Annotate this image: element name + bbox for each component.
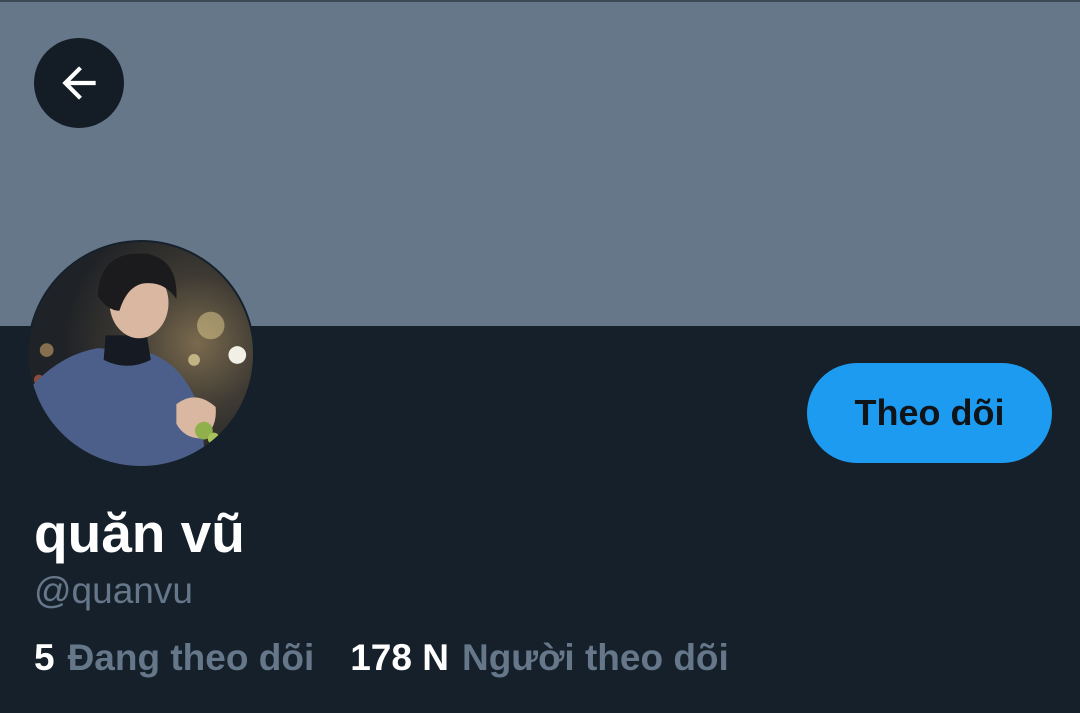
display-name: quăn vũ — [34, 502, 245, 564]
following-stat[interactable]: 5 Đang theo dõi — [34, 635, 314, 681]
back-button[interactable] — [34, 38, 124, 128]
followers-count: 178 N — [350, 637, 449, 678]
followers-stat[interactable]: 178 N Người theo dõi — [350, 635, 729, 681]
following-count: 5 — [34, 637, 55, 678]
followers-label: Người theo dõi — [461, 637, 729, 678]
following-label: Đang theo dõi — [67, 637, 315, 678]
profile-photo — [29, 242, 253, 466]
avatar[interactable] — [27, 240, 255, 468]
follow-button[interactable]: Theo dõi — [807, 363, 1052, 463]
follow-stats: 5 Đang theo dõi 178 N Người theo dõi — [34, 635, 729, 681]
username-handle: @quanvu — [34, 570, 193, 611]
arrow-left-icon — [62, 66, 96, 100]
